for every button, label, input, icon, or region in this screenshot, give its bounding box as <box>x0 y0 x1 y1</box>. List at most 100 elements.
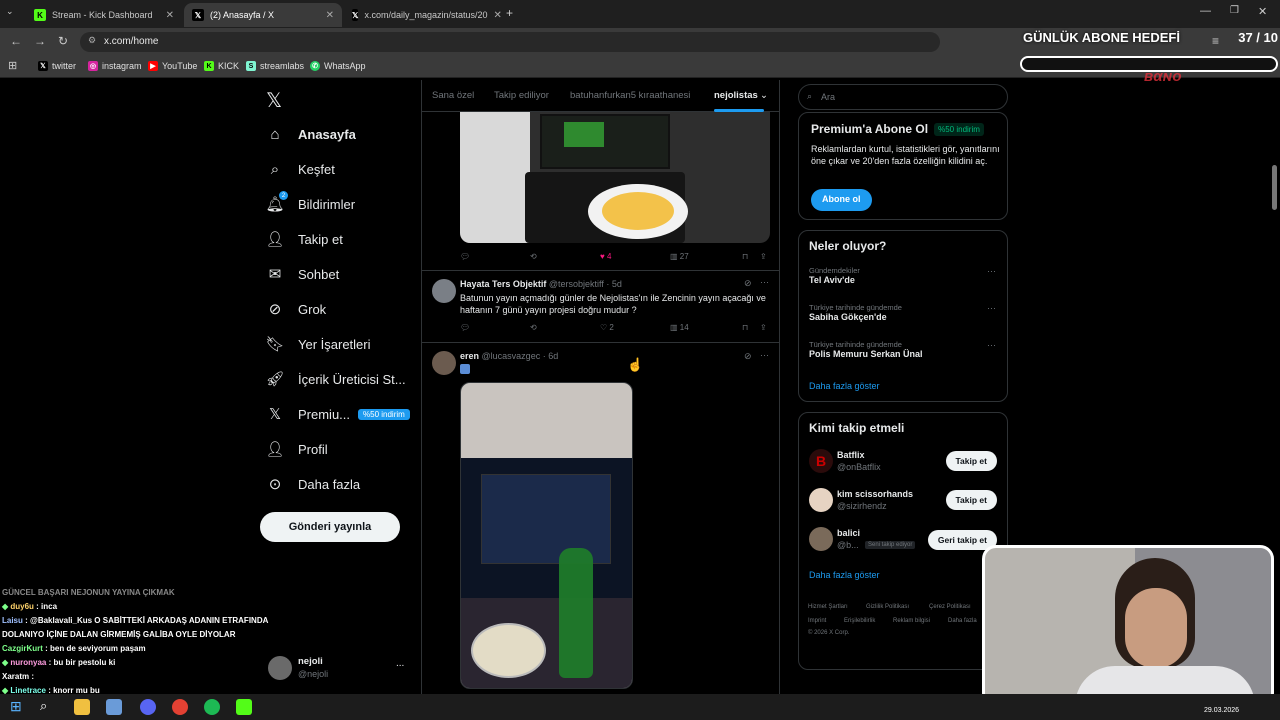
search-icon[interactable]: ⌕ <box>40 698 47 714</box>
restore-icon[interactable]: ❐ <box>1230 5 1239 16</box>
footer-link[interactable]: Reklam bilgisi <box>893 618 930 624</box>
chevron-down-icon[interactable]: ⌄ <box>760 90 768 101</box>
nav-bookmarks[interactable]: 🔖︎ Yer İşaretleri <box>265 335 370 353</box>
follow-name[interactable]: kim scissorhands <box>837 489 913 499</box>
follow-button[interactable]: Takip et <box>945 451 997 471</box>
tweet-time[interactable]: · 6d <box>543 351 559 361</box>
x-logo-icon[interactable]: 𝕏 <box>266 88 282 113</box>
reload-icon[interactable]: ↻ <box>58 34 68 48</box>
more-icon[interactable]: ··· <box>760 350 769 360</box>
nav-explore[interactable]: ⌕ Keşfet <box>266 160 335 178</box>
views-button[interactable]: ▥ 14 <box>670 323 689 332</box>
more-icon[interactable]: ··· <box>987 303 996 313</box>
like-button[interactable]: ♡ 2 <box>600 323 614 332</box>
nav-profile[interactable]: 👤︎ Profil <box>265 440 327 458</box>
footer-link[interactable]: Daha fazla <box>948 618 977 624</box>
subscribe-button[interactable]: Abone ol <box>811 189 872 211</box>
tab-for-you[interactable]: Sana özel <box>432 90 474 101</box>
post-button[interactable]: Gönderi yayınla <box>260 512 400 542</box>
nav-more[interactable]: ⊙ Daha fazla <box>266 475 360 493</box>
avatar[interactable] <box>432 351 456 375</box>
trend-item[interactable]: Gündemdekiler Tel Aviv'de <box>809 266 860 285</box>
trend-item[interactable]: Türkiye tarihinde gündemde Sabiha Gökçen'… <box>809 303 902 322</box>
nav-premium[interactable]: 𝕏 Premiu... %50 indirim <box>266 405 410 423</box>
grok-icon[interactable]: ⊘ <box>744 278 752 289</box>
nav-home[interactable]: ⌂ Anasayfa <box>266 125 355 143</box>
tab-list-kiraathane[interactable]: batuhanfurkan5 kıraathanesi <box>570 90 690 101</box>
avatar[interactable] <box>809 527 833 551</box>
footer-link[interactable]: Gizlilik Politikası <box>866 604 909 610</box>
avatar[interactable] <box>432 279 456 303</box>
tab-search-icon[interactable]: ⌄ <box>6 6 14 17</box>
retweet-icon[interactable]: ⟲ <box>530 252 537 261</box>
avatar[interactable]: B <box>809 449 833 473</box>
tweet-time[interactable]: · 5d <box>606 279 622 289</box>
spotify-icon[interactable] <box>204 699 220 715</box>
share-icon[interactable]: ⇪ <box>760 252 767 261</box>
bookmark-whatsapp[interactable]: ✆ WhatsApp <box>310 61 366 71</box>
bookmark-streamlabs[interactable]: Sstreamlabs <box>246 61 304 71</box>
more-icon[interactable]: ··· <box>760 277 769 287</box>
like-button[interactable]: ♥ 4 <box>600 252 611 261</box>
show-more-follow-link[interactable]: Daha fazla göster <box>809 570 880 580</box>
discord-icon[interactable] <box>140 699 156 715</box>
nav-creator-studio[interactable]: 🚀︎ İçerik Üreticisi St... <box>265 370 405 388</box>
bookmark-icon[interactable]: ⊓ <box>742 323 748 332</box>
reply-icon[interactable]: 💬︎ <box>460 323 470 332</box>
tab-list-nejolistas[interactable]: nejolistas <box>714 90 758 101</box>
apps-grid-icon[interactable]: ⊞ <box>8 59 17 72</box>
page-scrollbar[interactable] <box>1272 165 1277 210</box>
share-icon[interactable]: ⇪ <box>760 323 767 332</box>
tweet-media-image[interactable] <box>460 112 770 243</box>
minimize-icon[interactable]: — <box>1200 5 1211 17</box>
tab-x-home[interactable]: 𝕏 (2) Anasayfa / X ✕ <box>184 3 342 27</box>
app-icon[interactable] <box>106 699 122 715</box>
nav-follow[interactable]: 👤︎ Takip et <box>265 230 342 248</box>
grok-icon[interactable]: ⊘ <box>744 351 752 362</box>
tab-kick-dashboard[interactable]: K Stream - Kick Dashboard ✕ <box>26 3 182 27</box>
nav-notifications[interactable]: 🔔︎ 2 Bildirimler <box>265 191 355 213</box>
chrome-icon[interactable] <box>172 699 188 715</box>
tweet-author-name[interactable]: eren <box>460 351 479 361</box>
nav-chat[interactable]: ✉ Sohbet <box>266 265 340 283</box>
more-icon[interactable]: ··· <box>987 340 996 350</box>
bookmark-youtube[interactable]: ▶ YouTube <box>148 61 197 71</box>
search-input[interactable]: ⌕ Ara <box>798 84 1008 110</box>
views-button[interactable]: ▥ 27 <box>670 252 689 261</box>
account-switcher[interactable]: nejoli @nejoli ... <box>268 654 404 684</box>
tab-x-status[interactable]: 𝕏 x.com/daily_magazin/status/20 ✕ <box>344 3 502 27</box>
kick-app-icon[interactable] <box>236 699 252 715</box>
bookmark-instagram[interactable]: ◎ instagram <box>88 61 142 71</box>
tweet-author-name[interactable]: Hayata Ters Objektif <box>460 279 546 289</box>
bookmark-icon[interactable]: ⊓ <box>742 252 748 261</box>
close-icon[interactable]: ✕ <box>326 10 334 21</box>
tab-following[interactable]: Takip ediliyor <box>494 90 549 101</box>
file-explorer-icon[interactable] <box>74 699 90 715</box>
show-more-trends-link[interactable]: Daha fazla göster <box>809 381 880 391</box>
nav-grok[interactable]: ⊘ Grok <box>266 300 326 318</box>
windows-start-icon[interactable]: ⊞ <box>10 698 22 715</box>
trend-item[interactable]: Türkiye tarihinde gündemde Polis Memuru S… <box>809 340 923 359</box>
forward-icon[interactable]: → <box>34 34 46 48</box>
tweet-author-handle[interactable]: @tersobjektiff <box>549 279 604 289</box>
more-icon[interactable]: ··· <box>987 266 996 276</box>
tweet-media-image[interactable] <box>460 382 633 689</box>
close-icon[interactable]: ✕ <box>166 10 174 21</box>
reply-icon[interactable]: 💬︎ <box>460 252 470 261</box>
new-tab-icon[interactable]: + <box>506 6 513 20</box>
follow-name[interactable]: balici <box>837 528 860 538</box>
url-input[interactable]: ⚙ x.com/home <box>80 32 940 52</box>
avatar[interactable] <box>809 488 833 512</box>
footer-link[interactable]: Erişilebilirlik <box>844 618 875 624</box>
retweet-icon[interactable]: ⟲ <box>530 323 537 332</box>
footer-link[interactable]: Çerez Politikası <box>929 604 971 610</box>
back-icon[interactable]: ← <box>10 34 22 48</box>
footer-link[interactable]: Imprint <box>808 618 826 624</box>
close-icon[interactable]: ✕ <box>494 10 502 21</box>
follow-button[interactable]: Takip et <box>945 490 997 510</box>
more-icon[interactable]: ... <box>396 658 404 669</box>
bookmark-twitter[interactable]: 𝕏twitter <box>38 61 76 71</box>
tweet-author-handle[interactable]: @lucasvazgec <box>482 351 541 361</box>
close-window-icon[interactable]: ✕ <box>1258 5 1267 18</box>
site-info-icon[interactable]: ⚙ <box>88 35 96 46</box>
